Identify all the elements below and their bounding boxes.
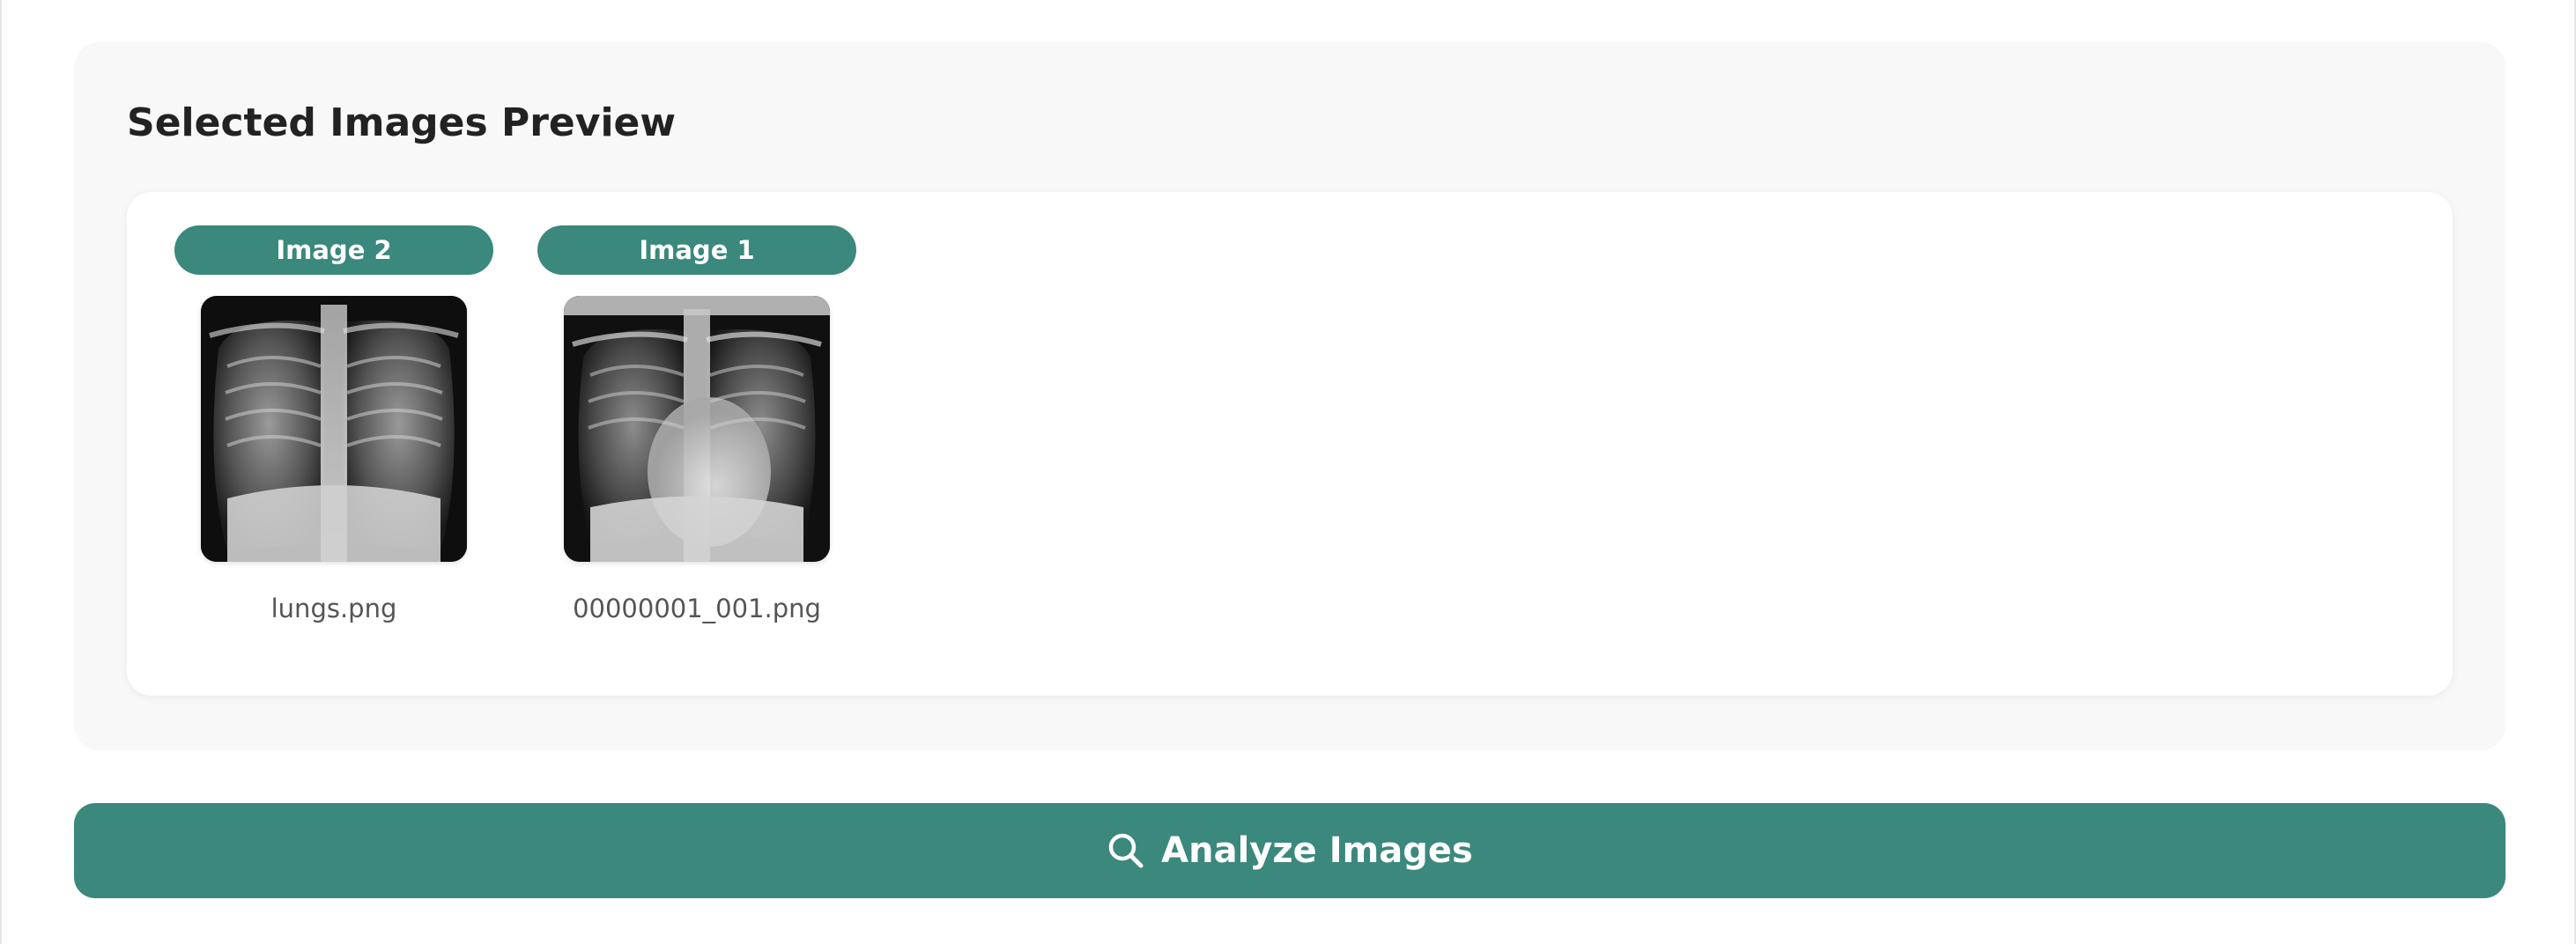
analyze-images-button[interactable]: Analyze Images [74,803,2506,898]
image-preview-grid: Image 2 lungs.png Image 1 00000001_001.p… [127,192,2453,696]
section-title: Selected Images Preview [127,100,677,145]
xray-image-graphic [564,296,830,562]
image-badge: Image 2 [174,225,493,275]
image-thumbnail-card[interactable]: Image 2 lungs.png [174,225,493,662]
image-filename: lungs.png [270,594,397,623]
page: Selected Images Preview Image 2 lungs.pn… [0,0,2576,944]
xray-image [564,296,830,562]
xray-image [201,296,467,562]
selected-images-preview-section: Selected Images Preview Image 2 lungs.pn… [74,42,2506,750]
image-thumbnail-card[interactable]: Image 1 00000001_001.png [537,225,856,662]
image-filename: 00000001_001.png [573,594,821,623]
image-badge: Image 1 [537,225,856,275]
analyze-images-label: Analyze Images [1161,830,1473,871]
search-icon [1108,833,1144,868]
xray-image-graphic [201,296,467,562]
